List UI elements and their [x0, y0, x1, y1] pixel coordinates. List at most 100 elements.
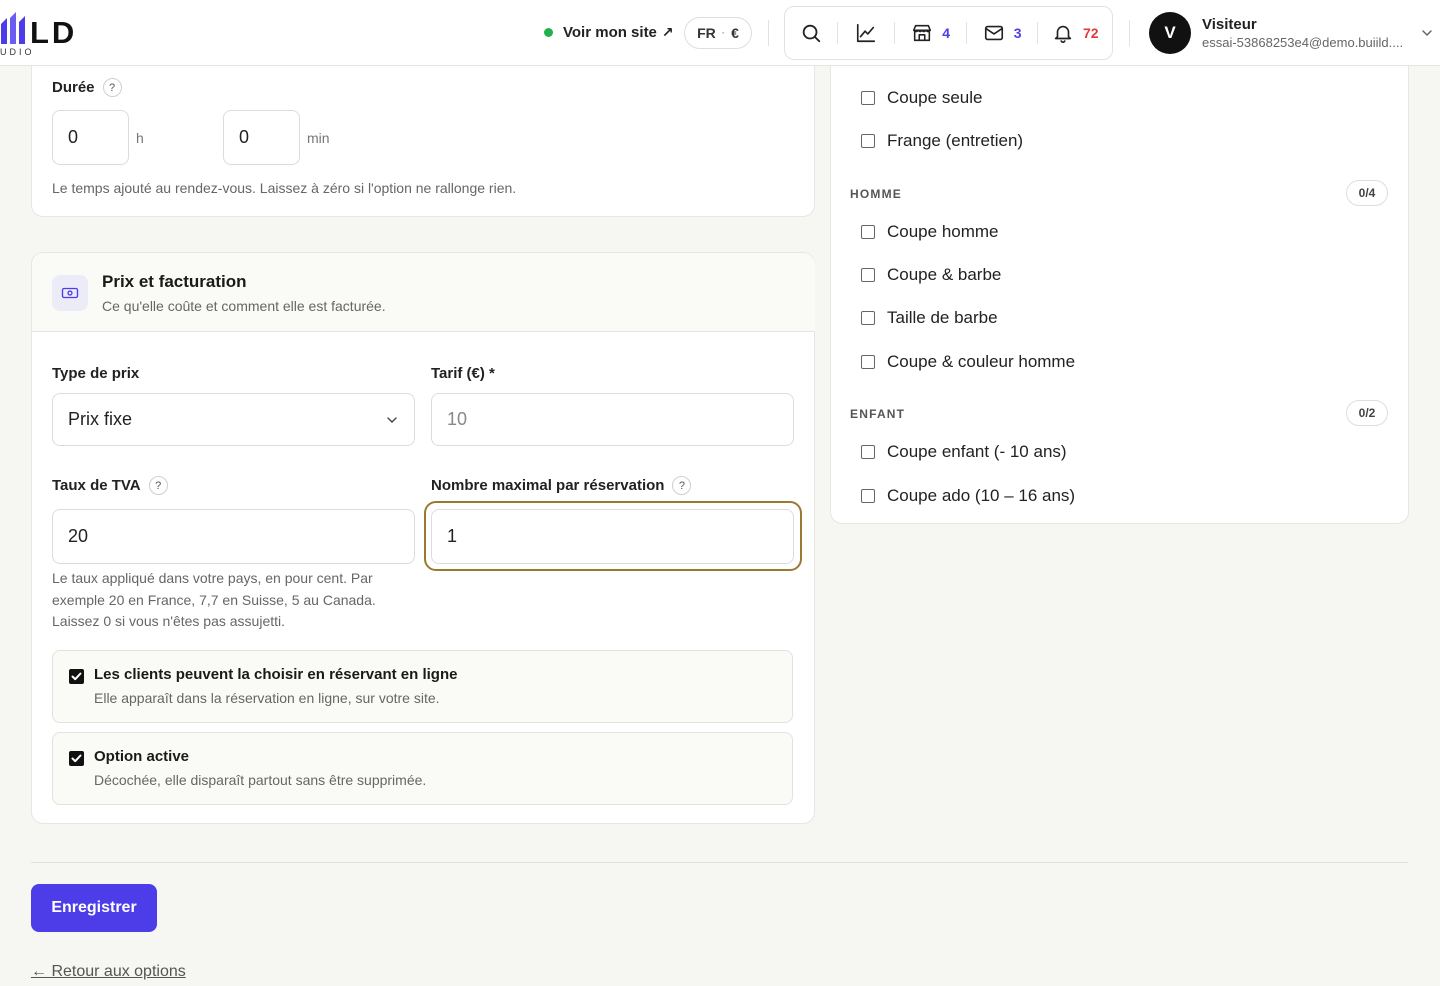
save-button[interactable]: Enregistrer — [31, 884, 157, 932]
view-site-label: Voir mon site — [563, 23, 657, 41]
user-name: Visiteur — [1202, 15, 1257, 33]
vat-label-text: Taux de TVA — [52, 477, 141, 494]
pricing-section-header: Prix et facturation Ce qu'elle coûte et … — [32, 253, 815, 332]
service-checkbox[interactable] — [861, 311, 875, 325]
brand-logo[interactable]: LD UDIO — [0, 10, 95, 58]
store-button[interactable]: 4 — [895, 7, 966, 59]
service-checkbox[interactable] — [861, 355, 875, 369]
service-label: Taille de barbe — [887, 308, 998, 327]
group-heading-homme: HOMME — [850, 187, 902, 201]
service-option[interactable]: Coupe seule — [861, 88, 982, 108]
rate-input[interactable]: 10 — [431, 393, 794, 446]
chevron-down-icon[interactable] — [1420, 26, 1434, 40]
service-checkbox[interactable] — [861, 225, 875, 239]
service-option[interactable]: Coupe & couleur homme — [861, 352, 1075, 372]
active-option[interactable]: Option active Décochée, elle disparaît p… — [52, 732, 793, 805]
service-checkbox[interactable] — [861, 489, 875, 503]
avatar: V — [1149, 12, 1191, 54]
online-booking-title: Les clients peuvent la choisir en réserv… — [94, 666, 458, 683]
duration-label-text: Durée — [52, 79, 95, 96]
duration-help-text: Le temps ajouté au rendez-vous. Laissez … — [52, 180, 517, 196]
user-info: Visiteur essai-53868253e4@demo.buiild...… — [1202, 16, 1417, 51]
duration-label: Durée ? — [52, 78, 122, 97]
active-title: Option active — [94, 748, 190, 765]
external-arrow-icon: ↗ — [661, 23, 674, 40]
price-type-select[interactable]: Prix fixe — [52, 393, 415, 446]
rate-label: Tarif (€) * — [431, 365, 495, 382]
group-count-badge: 0/2 — [1346, 400, 1388, 426]
service-label: Coupe homme — [887, 222, 999, 241]
section-subtitle: Ce qu'elle coûte et comment elle est fac… — [102, 298, 386, 314]
service-option[interactable]: Frange (entretien) — [861, 131, 1023, 151]
language-currency-switcher[interactable]: FR · € — [684, 17, 752, 49]
section-title: Prix et facturation — [102, 272, 247, 291]
help-icon[interactable]: ? — [672, 476, 692, 495]
minutes-unit: min — [307, 130, 330, 146]
service-checkbox[interactable] — [861, 91, 875, 105]
logo-bars-icon — [1, 12, 25, 44]
price-type-label: Type de prix — [52, 365, 140, 382]
service-checkbox[interactable] — [861, 134, 875, 148]
service-option[interactable]: Coupe & barbe — [861, 265, 1001, 285]
online-booking-checkbox[interactable] — [69, 669, 84, 684]
user-email: essai-53868253e4@demo.buiild.... — [1202, 34, 1404, 50]
header-divider — [1129, 20, 1130, 46]
max-per-booking-label: Nombre maximal par réservation ? — [431, 476, 692, 495]
separator-dot: · — [721, 27, 726, 39]
messages-button[interactable]: 3 — [967, 7, 1038, 59]
max-per-booking-input[interactable]: 1 — [431, 509, 794, 564]
service-label: Coupe & couleur homme — [887, 352, 1076, 371]
check-icon — [71, 754, 82, 763]
services-card: Coupe seule Frange (entretien) HOMME 0/4… — [830, 40, 1409, 524]
online-status-dot — [544, 27, 553, 37]
search-button[interactable] — [785, 7, 837, 59]
active-checkbox[interactable] — [69, 751, 84, 766]
logo-text: LD — [30, 15, 78, 50]
service-label: Coupe & barbe — [887, 265, 1002, 284]
banknote-icon — [61, 287, 79, 299]
chevron-down-icon — [387, 417, 397, 423]
group-count-badge: 0/4 — [1346, 180, 1388, 206]
online-booking-subtitle: Elle apparaît dans la réservation en lig… — [94, 690, 440, 706]
group-heading-enfant: ENFANT — [850, 407, 906, 421]
service-option[interactable]: Coupe ado (10 – 16 ans) — [861, 486, 1075, 506]
check-icon — [71, 672, 82, 681]
service-checkbox[interactable] — [861, 445, 875, 459]
footer-divider — [31, 862, 1408, 863]
language-code: FR — [697, 25, 716, 41]
duration-card: Durée ? 0 h 0 min Le temps ajouté au ren… — [31, 40, 815, 217]
header-icon-bar: 4 3 72 — [784, 6, 1113, 60]
bell-icon — [1054, 25, 1072, 43]
service-checkbox[interactable] — [861, 268, 875, 282]
help-icon[interactable]: ? — [102, 78, 122, 97]
vat-label: Taux de TVA ? — [52, 476, 168, 495]
service-option[interactable]: Coupe homme — [861, 222, 999, 242]
top-bar: LD UDIO Voir mon site ↗ FR · € 4 3 72 V … — [0, 0, 1440, 66]
back-to-options-link[interactable]: ← Retour aux options — [31, 963, 186, 981]
chart-line-icon — [856, 23, 876, 43]
price-type-value: Prix fixe — [68, 409, 133, 429]
user-menu[interactable]: V Visiteur essai-53868253e4@demo.buiild.… — [1149, 12, 1417, 54]
service-label: Coupe ado (10 – 16 ans) — [887, 486, 1076, 505]
service-label: Frange (entretien) — [887, 131, 1024, 150]
max-per-booking-label-text: Nombre maximal par réservation — [431, 477, 665, 494]
duration-hours-input[interactable]: 0 — [52, 110, 129, 165]
help-icon[interactable]: ? — [148, 476, 168, 495]
service-label: Coupe enfant (- 10 ans) — [887, 442, 1067, 461]
store-icon — [913, 24, 932, 42]
online-booking-option[interactable]: Les clients peuvent la choisir en réserv… — [52, 650, 793, 723]
currency-symbol: € — [731, 25, 739, 41]
service-option[interactable]: Taille de barbe — [861, 308, 998, 328]
section-icon-wrap — [52, 275, 88, 311]
notification-count-badge: 72 — [1082, 25, 1099, 41]
duration-minutes-input[interactable]: 0 — [223, 110, 300, 165]
service-option[interactable]: Coupe enfant (- 10 ans) — [861, 442, 1067, 462]
vat-input[interactable]: 20 — [52, 509, 415, 564]
header-divider — [768, 20, 769, 46]
stats-button[interactable] — [838, 7, 895, 59]
notifications-button[interactable]: 72 — [1038, 7, 1112, 59]
logo-subtext: UDIO — [0, 47, 35, 57]
search-icon — [802, 24, 821, 43]
view-site-link[interactable]: Voir mon site ↗ — [544, 21, 674, 43]
service-label: Coupe seule — [887, 88, 983, 107]
